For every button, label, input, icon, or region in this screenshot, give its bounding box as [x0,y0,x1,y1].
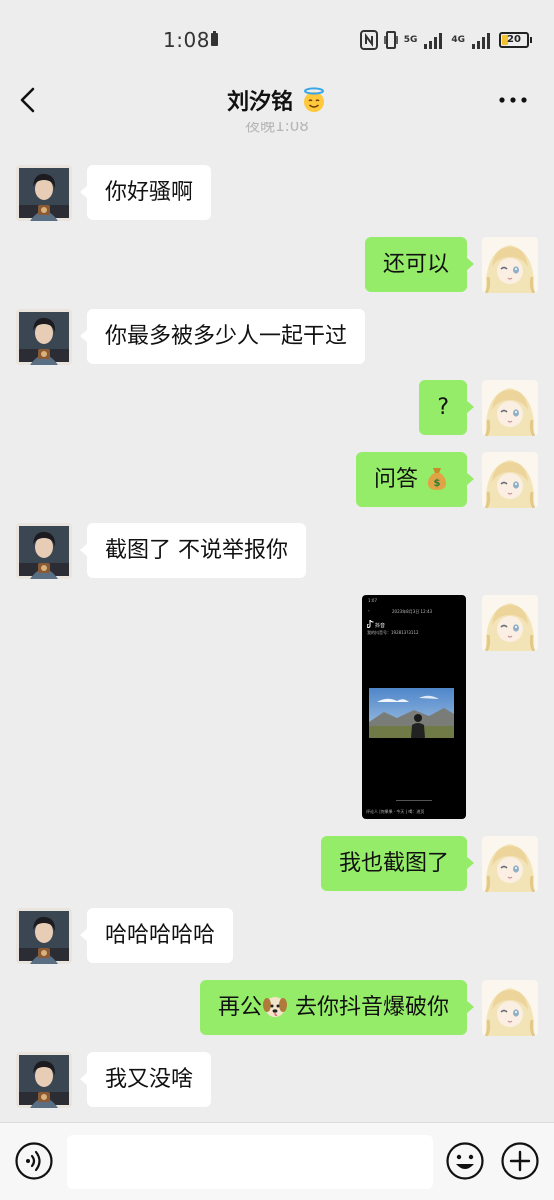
battery-level: 20 [507,34,521,45]
status-time: 1:08 [163,28,210,52]
message-text: 我也截图了 [338,851,449,876]
timestamp-text: 夜晚1:08 [245,122,309,134]
dog-face-icon [263,997,287,1017]
nfc-icon [359,30,378,50]
contact-avatar[interactable] [16,1052,72,1108]
image-landscape-photo [369,688,454,738]
battery-nub [530,37,532,43]
input-bar [0,1122,554,1200]
contact-avatar[interactable] [16,908,72,964]
message-bubble-outgoing[interactable]: 还可以 [364,237,475,292]
message-bubble-incoming[interactable]: 我又没啥 [79,1052,212,1107]
vibrate-icon [383,31,398,49]
network-4g-label: 4G [451,34,465,45]
contact-avatar[interactable] [16,523,72,579]
contact-name: 刘汐铭 [227,90,294,115]
signal-icon-2 [472,33,490,49]
message-bubble-outgoing[interactable]: 再公 去你抖音爆破你 [199,980,475,1035]
status-bar: 1:08 5G 4G 20 [0,0,554,80]
message-text: 哈哈哈哈哈 [105,923,216,948]
chat-header: 刘汐铭 [0,80,554,120]
message-text: ? [437,395,449,420]
message-text: 截图了 不说举报你 [105,538,288,563]
signal-icon-1 [424,33,443,49]
image-date: 2023年8月3日 12:43 [392,609,433,614]
message-bubble-incoming[interactable]: 你好骚啊 [79,165,212,220]
emoji-picker-icon[interactable] [445,1141,485,1181]
message-bubble-incoming[interactable]: 哈哈哈哈哈 [79,908,234,963]
self-avatar[interactable] [482,237,538,293]
battery-icon: 20 [499,32,529,48]
image-app-name: 抖音 [375,623,386,629]
message-text: 我又没啥 [105,1067,194,1092]
tiktok-logo-icon [367,620,374,628]
more-options-icon[interactable] [496,86,530,114]
halo-smile-emoji-icon [303,87,324,112]
network-5g-label: 5G [403,34,418,45]
svg-text:$: $ [434,478,441,489]
message-input[interactable] [67,1135,433,1189]
image-progress-line [396,800,432,801]
message-bubble-outgoing[interactable]: 我也截图了 [320,836,475,891]
contact-avatar[interactable] [16,309,72,365]
timestamp-divider: 夜晚1:08 [0,122,554,134]
image-status-time: 1:07 [368,598,377,603]
message-text: 你最多被多少人一起干过 [105,324,348,349]
message-bubble-outgoing[interactable]: ? [419,380,474,435]
chat-title: 刘汐铭 [0,84,554,116]
message-bubble-incoming[interactable]: 你最多被多少人一起干过 [79,309,366,364]
add-attachment-icon[interactable] [500,1141,540,1181]
voice-input-icon[interactable] [14,1141,54,1181]
message-text: 问答 [373,467,418,492]
message-text: 你好骚啊 [105,180,194,205]
self-avatar[interactable] [482,452,538,508]
image-message[interactable]: 1:07 ‹ 2023年8月3日 12:43 抖音 我的抖音号：192813?3… [362,595,466,819]
self-avatar[interactable] [482,836,538,892]
message-text-before: 再公 [217,995,262,1020]
money-bag-icon: $ [427,468,447,490]
self-avatar[interactable] [482,980,538,1036]
image-footer: 评论人 |何果果 · 今天 | 喝：进页 [366,809,425,814]
image-back-icon: ‹ [368,608,370,613]
image-account-line: 我的抖音号：192813?3112 [367,630,419,635]
battery-saver-icon [211,31,218,46]
message-text: 还可以 [382,252,449,277]
contact-avatar[interactable] [16,165,72,221]
self-avatar[interactable] [482,595,538,651]
message-bubble-incoming[interactable]: 截图了 不说举报你 [80,523,306,578]
message-text-after: 去你抖音爆破你 [288,995,449,1020]
self-avatar[interactable] [482,380,538,436]
message-bubble-outgoing[interactable]: 问答 $ [355,452,475,507]
